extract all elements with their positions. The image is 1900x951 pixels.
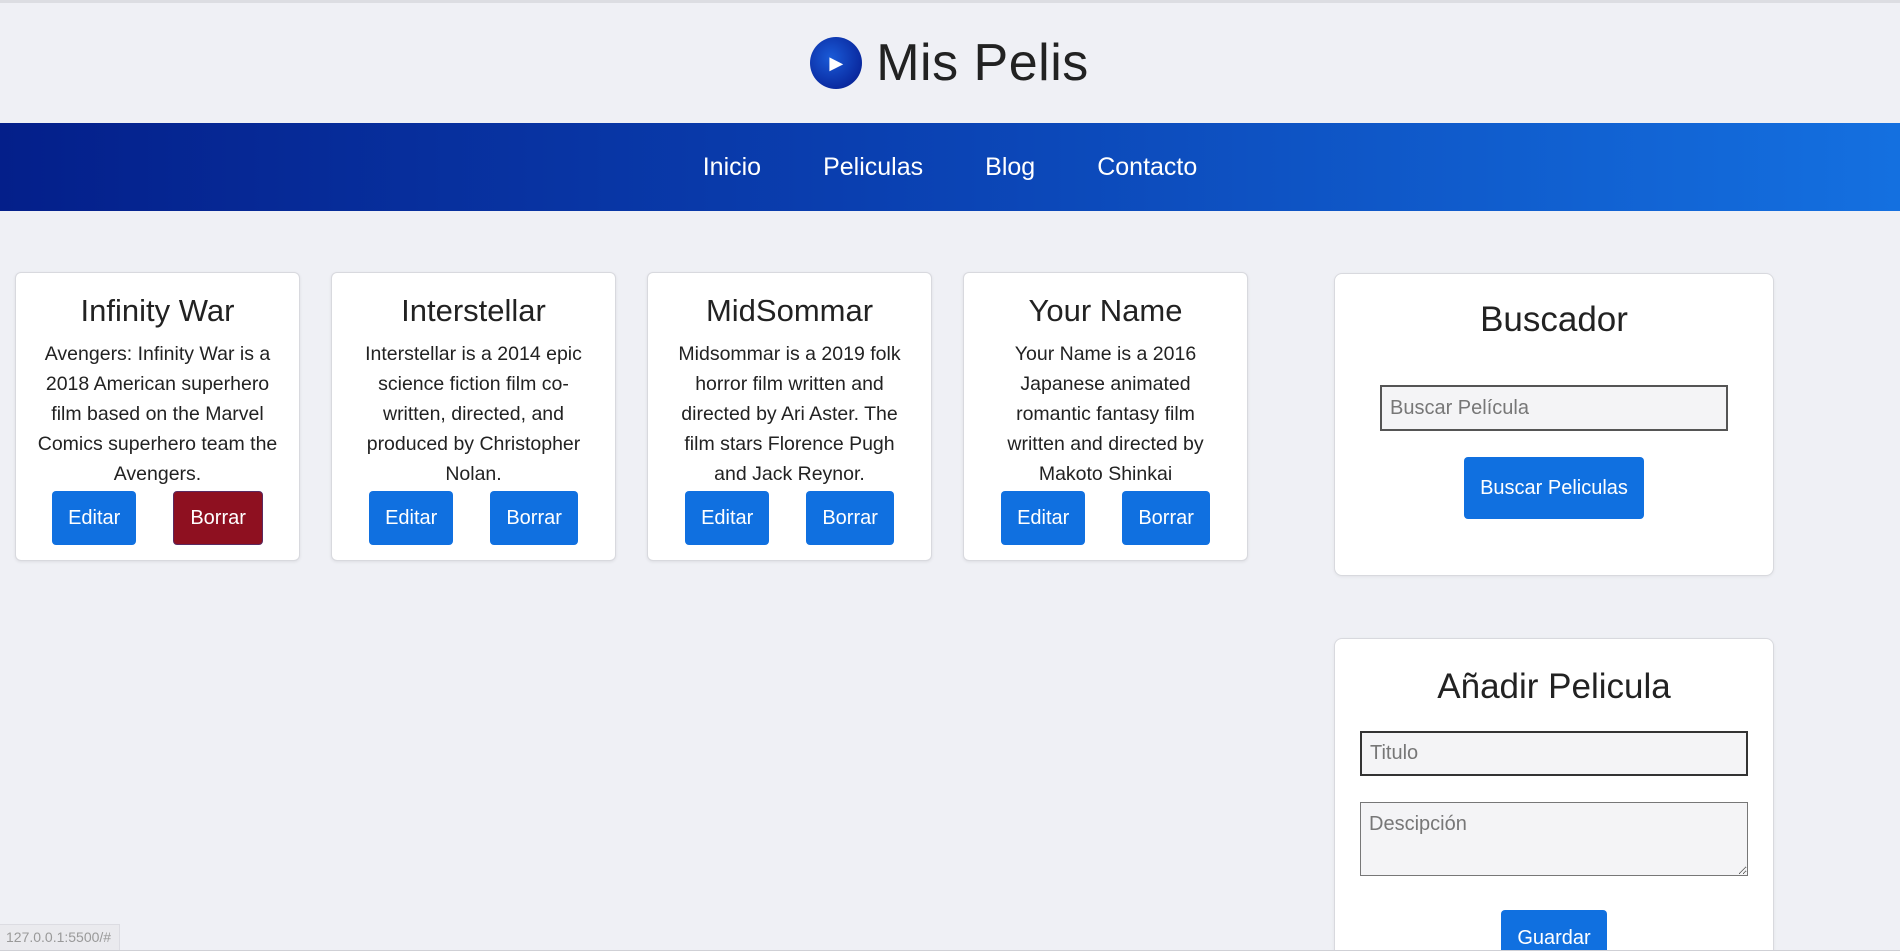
movie-actions: Editar Borrar — [369, 491, 578, 545]
nav-item-contacto[interactable]: Contacto — [1066, 153, 1228, 182]
movie-card: Your Name Your Name is a 2016 Japanese a… — [963, 272, 1248, 561]
brand[interactable]: ▶ Mis Pelis — [810, 33, 1089, 93]
movie-card: MidSommar Midsommar is a 2019 folk horro… — [647, 272, 932, 561]
description-field[interactable] — [1360, 802, 1748, 876]
delete-button[interactable]: Borrar — [173, 491, 263, 545]
status-bar-url: 127.0.0.1:5500/# — [0, 924, 121, 950]
movie-actions: Editar Borrar — [1001, 491, 1210, 545]
nav-item-inicio[interactable]: Inicio — [672, 153, 792, 182]
movie-actions: Editar Borrar — [52, 491, 263, 545]
save-button[interactable]: Guardar — [1501, 910, 1607, 951]
movie-title: MidSommar — [705, 293, 874, 328]
edit-button[interactable]: Editar — [52, 491, 137, 545]
movie-title: Interstellar — [401, 293, 546, 328]
movie-card: Interstellar Interstellar is a 2014 epic… — [331, 272, 616, 561]
movie-description: Interstellar is a 2014 epic science fict… — [365, 343, 582, 485]
movie-actions: Editar Borrar — [685, 491, 894, 545]
nav-item-peliculas[interactable]: Peliculas — [792, 153, 954, 182]
movie-title: Infinity War — [80, 293, 235, 328]
title-field[interactable] — [1360, 731, 1748, 776]
movie-description: Avengers: Infinity War is a 2018 America… — [37, 343, 278, 485]
edit-button[interactable]: Editar — [685, 491, 770, 545]
main-nav: Inicio Peliculas Blog Contacto — [0, 123, 1900, 211]
movie-title: Your Name — [1028, 293, 1183, 328]
search-heading: Buscador — [1480, 300, 1628, 339]
delete-button[interactable]: Borrar — [806, 491, 894, 545]
delete-button[interactable]: Borrar — [490, 491, 578, 545]
add-movie-heading: Añadir Pelicula — [1437, 667, 1671, 706]
movie-card: Infinity War Avengers: Infinity War is a… — [15, 272, 300, 561]
edit-button[interactable]: Editar — [369, 491, 454, 545]
movie-description: Midsommar is a 2019 folk horror film wri… — [678, 343, 901, 485]
search-button[interactable]: Buscar Peliculas — [1464, 457, 1644, 519]
search-input[interactable] — [1380, 385, 1728, 431]
nav-item-blog[interactable]: Blog — [954, 153, 1066, 182]
play-icon: ▶ — [810, 37, 863, 89]
add-movie-widget: Añadir Pelicula Guardar — [1334, 638, 1774, 951]
delete-button[interactable]: Borrar — [1122, 491, 1210, 545]
site-title: Mis Pelis — [876, 34, 1089, 92]
site-header: ▶ Mis Pelis — [0, 3, 1900, 123]
movie-list: Infinity War Avengers: Infinity War is a… — [15, 272, 1248, 561]
edit-button[interactable]: Editar — [1001, 491, 1086, 545]
search-widget: Buscador Buscar Peliculas — [1334, 273, 1774, 576]
movie-description: Your Name is a 2016 Japanese animated ro… — [1007, 343, 1204, 485]
